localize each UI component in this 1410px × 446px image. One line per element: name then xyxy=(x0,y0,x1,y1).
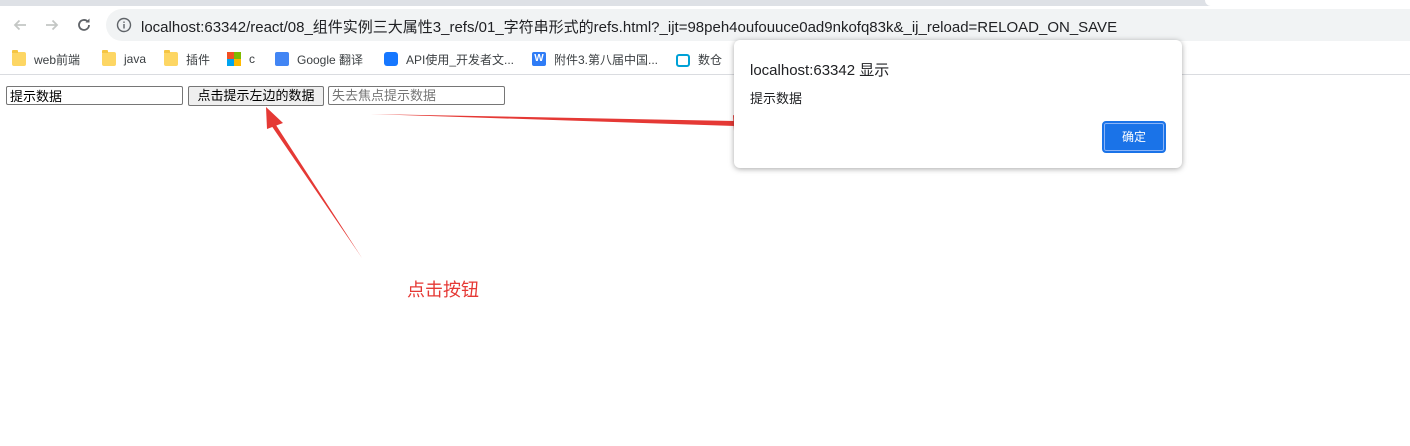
address-url: localhost:63342/react/08_组件实例三大属性3_refs/… xyxy=(141,19,1118,36)
folder-icon xyxy=(12,50,26,66)
info-icon[interactable] xyxy=(116,17,132,33)
bookmark-data-warehouse[interactable]: 数仓 xyxy=(676,49,722,69)
bookmark-plugins[interactable]: 插件 xyxy=(164,49,210,69)
click-button-annotation: 点击按钮 xyxy=(407,280,479,300)
bookmark-label: 附件3.第八届中国... xyxy=(554,52,659,67)
page-content: 点击提示左边的数据 点击按钮 弹窗 xyxy=(0,75,1410,446)
microsoft-icon xyxy=(227,52,241,66)
reload-icon xyxy=(78,18,90,31)
bilibili-icon xyxy=(676,53,690,67)
folder-icon xyxy=(102,50,116,66)
bookmark-attachment[interactable]: W 附件3.第八届中国... xyxy=(532,49,658,69)
bookmark-c[interactable]: c xyxy=(227,49,255,69)
wps-w-icon: W xyxy=(532,52,546,66)
back-button[interactable] xyxy=(8,13,32,37)
annotation-arrows xyxy=(266,107,751,258)
bookmark-google-translate[interactable]: Google 翻译 xyxy=(275,49,363,69)
google-translate-icon xyxy=(275,52,289,66)
browser-toolbar: localhost:63342/react/08_组件实例三大属性3_refs/… xyxy=(0,6,1410,44)
dialog-ok-button[interactable]: 确定 xyxy=(1102,121,1166,153)
folder-icon xyxy=(164,50,178,66)
bookmarks-bar: web前端 java 插件 c Google 翻译 API使用_开发者文... … xyxy=(0,44,1410,75)
bookmark-label: API使用_开发者文... xyxy=(406,52,515,67)
alert-dialog: localhost:63342 显示 提示数据 确定 xyxy=(734,40,1182,168)
forward-arrow-icon xyxy=(46,19,59,31)
back-arrow-icon xyxy=(13,19,26,31)
bookmark-api[interactable]: API使用_开发者文... xyxy=(384,49,514,69)
address-bar[interactable]: localhost:63342/react/08_组件实例三大属性3_refs/… xyxy=(106,9,1410,41)
reload-button[interactable] xyxy=(72,13,96,37)
api-icon xyxy=(384,52,398,66)
bookmark-web[interactable]: web前端 xyxy=(12,49,80,69)
bookmark-label: 插件 xyxy=(186,52,211,67)
bookmark-label: web前端 xyxy=(34,52,81,67)
bookmark-java[interactable]: java xyxy=(102,49,146,69)
dialog-title: localhost:63342 显示 xyxy=(750,62,890,79)
bookmark-label: java xyxy=(124,52,147,66)
bookmark-label: Google 翻译 xyxy=(297,52,364,67)
forward-button[interactable] xyxy=(40,13,64,37)
arrow-to-button xyxy=(266,107,362,258)
arrow-to-dialog xyxy=(370,114,751,131)
dialog-message: 提示数据 xyxy=(750,91,803,106)
bookmark-label: 数仓 xyxy=(698,52,723,67)
bookmark-label: c xyxy=(249,52,255,66)
